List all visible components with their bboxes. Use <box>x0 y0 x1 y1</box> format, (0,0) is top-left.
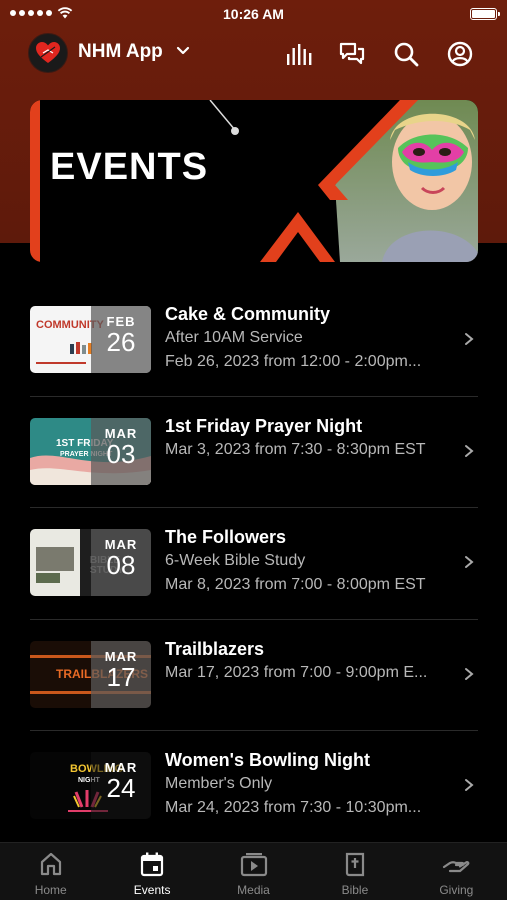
audio-bars-icon[interactable] <box>285 40 313 68</box>
event-item-the-followers[interactable]: BIBLE STUDY MAR 08 The Followers 6-Week … <box>30 508 478 620</box>
tab-events[interactable]: Events <box>101 843 202 900</box>
events-banner: EVENTS <box>30 100 478 262</box>
event-date-badge: MAR 08 <box>91 529 151 596</box>
event-day: 08 <box>106 550 136 580</box>
event-date-badge: MAR 24 <box>91 752 151 819</box>
tab-label: Home <box>34 883 67 897</box>
event-day: 03 <box>106 438 136 469</box>
tab-home[interactable]: Home <box>0 843 101 900</box>
tab-label: Bible <box>341 883 369 897</box>
event-date-badge: FEB 26 <box>91 306 151 373</box>
battery-icon <box>470 8 500 20</box>
media-icon <box>240 853 267 877</box>
event-datetime: Mar 17, 2023 from 7:00 - 9:00pm E... <box>165 663 428 681</box>
chat-icon[interactable] <box>338 40 366 68</box>
event-title: Women's Bowling Night <box>165 750 370 770</box>
event-item-first-friday-prayer[interactable]: 1ST FRIDAY PRAYER NIGHT MAR 03 1st Frida… <box>30 397 478 508</box>
event-item-trailblazers[interactable]: TRAILBLAZERS MAR 17 Trailblazers Mar 17,… <box>30 620 478 731</box>
tab-label: Giving <box>439 883 474 897</box>
event-day: 26 <box>106 327 136 357</box>
event-thumbnail: 1ST FRIDAY PRAYER NIGHT MAR 03 <box>30 417 151 485</box>
event-thumbnail: BOWLING NIGHT MAR 24 <box>30 752 151 819</box>
giving-icon <box>443 861 470 873</box>
events-list: COMMUNITY FEB 26 Cake & Community After … <box>30 285 478 843</box>
event-title: Cake & Community <box>165 304 331 324</box>
tab-label: Media <box>237 883 270 897</box>
status-time: 10:26 AM <box>223 6 284 22</box>
bottom-tab-bar: Home Events Media Bible Giving <box>0 842 507 900</box>
event-day: 24 <box>106 773 136 803</box>
tab-label: Events <box>133 883 171 897</box>
app-title[interactable]: NHM App <box>78 41 163 63</box>
heart-logo-icon <box>36 42 60 63</box>
chevron-right-icon <box>465 779 474 791</box>
event-title: The Followers <box>165 527 287 547</box>
event-datetime: Mar 3, 2023 from 7:30 - 8:30pm EST <box>165 440 426 458</box>
event-date-badge: MAR 03 <box>91 417 151 485</box>
event-thumbnail: BIBLE STUDY MAR 08 <box>30 529 151 596</box>
event-date-badge: MAR 17 <box>91 640 151 708</box>
event-thumbnail: TRAILBLAZERS MAR 17 <box>30 640 151 708</box>
tab-media[interactable]: Media <box>203 843 304 900</box>
bible-icon <box>345 852 365 877</box>
app-header: NHM App <box>0 30 507 76</box>
event-day: 17 <box>106 661 136 692</box>
tab-giving[interactable]: Giving <box>406 843 507 900</box>
status-bar: 10:26 AM <box>0 0 507 28</box>
event-datetime: Mar 24, 2023 from 7:30 - 10:30pm... <box>165 799 422 816</box>
search-icon[interactable] <box>392 40 420 68</box>
event-subtitle: After 10AM Service <box>165 329 303 346</box>
event-subtitle: Member's Only <box>165 775 273 792</box>
chevron-right-icon <box>465 556 474 568</box>
banner-title: EVENTS <box>50 146 209 188</box>
event-title: 1st Friday Prayer Night <box>165 415 363 436</box>
chevron-right-icon <box>465 667 474 680</box>
calendar-icon <box>141 852 164 877</box>
tab-bible[interactable]: Bible <box>304 843 405 900</box>
event-item-womens-bowling[interactable]: BOWLING NIGHT MAR 24 Women's Bowling Nig… <box>30 731 478 843</box>
event-datetime: Feb 26, 2023 from 12:00 - 2:00pm... <box>165 353 422 370</box>
profile-icon[interactable] <box>446 40 474 68</box>
home-icon <box>40 852 61 876</box>
chevron-down-icon[interactable] <box>176 44 190 58</box>
app-logo[interactable] <box>28 33 68 73</box>
event-datetime: Mar 8, 2023 from 7:00 - 8:00pm EST <box>165 576 426 593</box>
chevron-right-icon <box>465 333 474 345</box>
event-thumbnail: COMMUNITY FEB 26 <box>30 306 151 373</box>
event-subtitle: 6-Week Bible Study <box>165 552 306 569</box>
event-item-cake-community[interactable]: COMMUNITY FEB 26 Cake & Community After … <box>30 285 478 397</box>
chevron-right-icon <box>465 444 474 457</box>
event-title: Trailblazers <box>165 638 265 659</box>
